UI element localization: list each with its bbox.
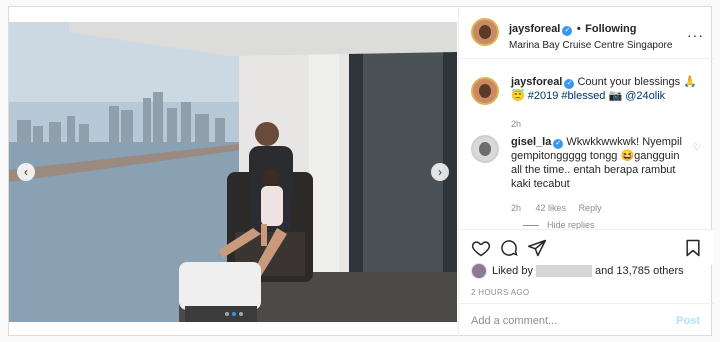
- comment-age: 2h: [511, 203, 522, 213]
- post-card: ‹ › jaysforeal ✓ • Following Marina Bay C…: [8, 6, 714, 337]
- verified-badge-icon: ✓: [562, 26, 573, 36]
- commenter-username[interactable]: gisel_la: [511, 136, 551, 148]
- like-comment-icon[interactable]: ♡: [693, 142, 701, 153]
- previous-photo-button[interactable]: ‹: [17, 163, 35, 181]
- post-photo[interactable]: ‹ ›: [9, 22, 457, 322]
- comment-likes[interactable]: 42 likes: [536, 203, 567, 213]
- following-button[interactable]: Following: [585, 23, 636, 35]
- post-location[interactable]: Marina Bay Cruise Centre Singapore: [509, 40, 672, 51]
- reply-button[interactable]: Reply: [579, 203, 602, 213]
- author-avatar[interactable]: [471, 18, 499, 46]
- caption-tags[interactable]: 😇 #2019 #blessed 📷 @24olik: [511, 90, 665, 102]
- verified-badge-icon: ✓: [553, 139, 564, 149]
- comment: gisel_la ✓ Wkwkkwwkwk! Nyempil gempitongg…: [511, 135, 683, 191]
- verified-badge-icon: ✓: [564, 79, 575, 89]
- caption-avatar[interactable]: [471, 77, 499, 105]
- action-bar: [459, 229, 714, 265]
- caption: jaysforeal ✓ Count your blessings 🙏 😇 #20…: [511, 75, 701, 103]
- carousel-dot: [239, 312, 243, 316]
- liker-avatar[interactable]: [471, 263, 487, 279]
- follow-separator: •: [576, 23, 581, 35]
- commenter-avatar[interactable]: [471, 135, 499, 163]
- save-bookmark-icon[interactable]: [683, 238, 703, 258]
- likes-summary: Liked by and 13,785 others: [471, 263, 684, 279]
- carousel-indicator: [225, 312, 243, 316]
- post-timestamp: 2 HOURS AGO: [471, 288, 530, 297]
- likes-prefix: Liked by: [492, 265, 533, 277]
- caption-username[interactable]: jaysforeal: [511, 76, 562, 88]
- caption-text: Count your blessings 🙏: [577, 76, 697, 88]
- caption-age: 2h: [511, 119, 522, 129]
- comment-composer: Add a comment... Post: [459, 303, 714, 337]
- post-comment-button[interactable]: Post: [676, 315, 700, 327]
- post-header: jaysforeal ✓ • Following Marina Bay Cruis…: [459, 7, 714, 59]
- carousel-dot-active: [232, 312, 236, 316]
- share-icon[interactable]: [527, 238, 547, 258]
- likes-count[interactable]: and 13,785 others: [595, 265, 684, 277]
- post-sidebar: jaysforeal ✓ • Following Marina Bay Cruis…: [458, 7, 714, 337]
- carousel-dot: [225, 312, 229, 316]
- comment-meta: 2h 42 likes Reply: [511, 203, 602, 213]
- comment-bubble-icon[interactable]: [499, 238, 519, 258]
- next-photo-button[interactable]: ›: [431, 163, 449, 181]
- photo-scene: [9, 22, 457, 322]
- author-username[interactable]: jaysforeal: [509, 23, 560, 35]
- more-options-icon[interactable]: ···: [687, 27, 704, 43]
- like-heart-icon[interactable]: [471, 238, 491, 258]
- comment-input[interactable]: Add a comment...: [471, 315, 557, 327]
- redacted-liker-name: [535, 265, 592, 277]
